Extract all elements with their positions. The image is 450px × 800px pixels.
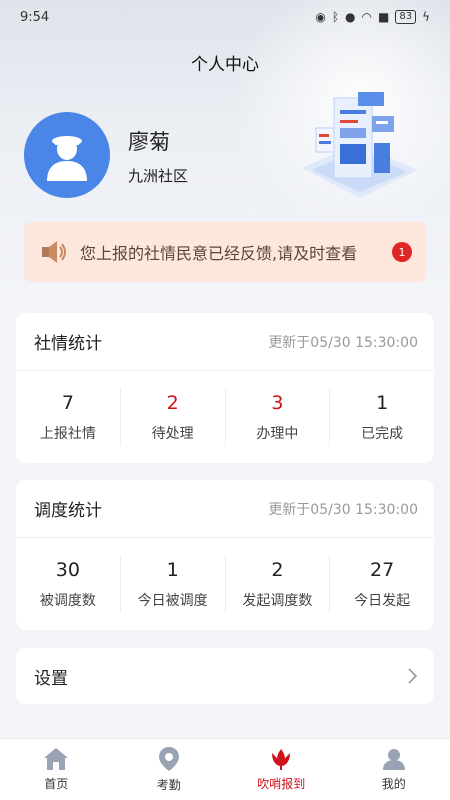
stat-in-progress[interactable]: 3 办理中 bbox=[226, 388, 331, 446]
dispatch-stats-updated: 更新于05/30 15:30:00 bbox=[268, 501, 418, 518]
stat-value: 2 bbox=[271, 558, 284, 581]
user-community: 九洲社区 bbox=[128, 167, 189, 185]
tab-whistle-report[interactable]: 吹哨报到 bbox=[225, 739, 338, 800]
stat-value: 7 bbox=[61, 391, 74, 414]
stat-label: 已完成 bbox=[361, 425, 404, 442]
stat-initiated[interactable]: 2 发起调度数 bbox=[226, 555, 331, 613]
social-stats-row: 7 上报社情 2 待处理 3 办理中 1 已完成 bbox=[16, 371, 434, 463]
tab-label: 吹哨报到 bbox=[257, 777, 306, 791]
stat-value: 1 bbox=[376, 391, 389, 414]
tab-label: 考勤 bbox=[156, 778, 181, 792]
stat-label: 办理中 bbox=[256, 425, 299, 442]
stat-value: 2 bbox=[166, 391, 179, 414]
stat-value: 3 bbox=[271, 391, 284, 414]
stat-label: 被调度数 bbox=[39, 592, 96, 609]
tab-mine[interactable]: 我的 bbox=[338, 739, 450, 800]
social-stats-header: 社情统计 更新于05/30 15:30:00 bbox=[16, 313, 434, 371]
stat-label: 今日发起 bbox=[354, 592, 411, 609]
dispatch-stats-title: 调度统计 bbox=[34, 501, 102, 521]
dispatch-stats-card: 调度统计 更新于05/30 15:30:00 30 被调度数 1 今日被调度 2… bbox=[16, 480, 434, 630]
social-stats-updated: 更新于05/30 15:30:00 bbox=[268, 334, 418, 351]
page-title: 个人中心 bbox=[191, 55, 259, 75]
stat-label: 今日被调度 bbox=[137, 592, 208, 609]
status-icons: ◉ ᛒ ● ◠ ■ 83 ϟ bbox=[315, 10, 430, 24]
stat-label: 待处理 bbox=[151, 425, 194, 442]
charging-icon: ϟ bbox=[422, 10, 430, 24]
stat-label: 上报社情 bbox=[39, 425, 96, 442]
tulip-icon bbox=[272, 749, 291, 770]
home-icon bbox=[44, 748, 69, 770]
profile-icon bbox=[382, 749, 405, 770]
status-bar: 9:54 ◉ ᛒ ● ◠ ■ 83 ϟ bbox=[0, 0, 450, 34]
social-stats-title: 社情统计 bbox=[34, 334, 102, 354]
notice-count-badge: 1 bbox=[392, 242, 412, 262]
stat-value: 27 bbox=[370, 558, 395, 581]
tab-home[interactable]: 首页 bbox=[0, 739, 113, 800]
stat-value: 30 bbox=[55, 558, 80, 581]
stat-dispatched[interactable]: 30 被调度数 bbox=[16, 555, 121, 613]
status-time: 9:54 bbox=[20, 9, 50, 25]
wifi-icon: ◠ bbox=[361, 10, 372, 24]
location-pin-icon bbox=[158, 747, 179, 771]
notice-text: 您上报的社情民意已经反馈,请及时查看 bbox=[80, 244, 358, 263]
user-avatar-icon[interactable] bbox=[24, 112, 110, 198]
alert-icon: ■ bbox=[378, 10, 390, 24]
settings-label: 设置 bbox=[34, 668, 68, 689]
stat-reported[interactable]: 7 上报社情 bbox=[16, 388, 121, 446]
tab-label: 首页 bbox=[44, 777, 69, 791]
stat-label: 发起调度数 bbox=[242, 592, 313, 609]
stat-pending[interactable]: 2 待处理 bbox=[121, 388, 226, 446]
document-illustration-icon bbox=[302, 92, 417, 198]
speaker-icon bbox=[42, 241, 66, 263]
user-name: 廖菊 bbox=[128, 130, 170, 154]
dispatch-stats-row: 30 被调度数 1 今日被调度 2 发起调度数 27 今日发起 bbox=[16, 538, 434, 630]
stat-value: 1 bbox=[166, 558, 179, 581]
stat-initiated-today[interactable]: 27 今日发起 bbox=[330, 555, 434, 613]
bottom-tab-bar: 首页 考勤 吹哨报到 我的 bbox=[0, 738, 450, 800]
tab-attendance[interactable]: 考勤 bbox=[113, 739, 226, 800]
settings-row[interactable]: 设置 bbox=[16, 648, 434, 704]
tab-label: 我的 bbox=[381, 777, 406, 791]
social-stats-card: 社情统计 更新于05/30 15:30:00 7 上报社情 2 待处理 3 办理… bbox=[16, 313, 434, 463]
dispatch-stats-header: 调度统计 更新于05/30 15:30:00 bbox=[16, 480, 434, 538]
location-icon: ● bbox=[345, 10, 356, 24]
eye-icon: ◉ bbox=[315, 10, 326, 24]
bluetooth-icon: ᛒ bbox=[331, 10, 340, 24]
stat-completed[interactable]: 1 已完成 bbox=[330, 388, 434, 446]
notice-banner[interactable]: 您上报的社情民意已经反馈,请及时查看 1 bbox=[24, 222, 426, 282]
battery-icon: 83 bbox=[395, 10, 417, 24]
user-silhouette-icon bbox=[47, 136, 87, 181]
stat-dispatched-today[interactable]: 1 今日被调度 bbox=[121, 555, 226, 613]
chevron-right-icon bbox=[408, 668, 418, 684]
